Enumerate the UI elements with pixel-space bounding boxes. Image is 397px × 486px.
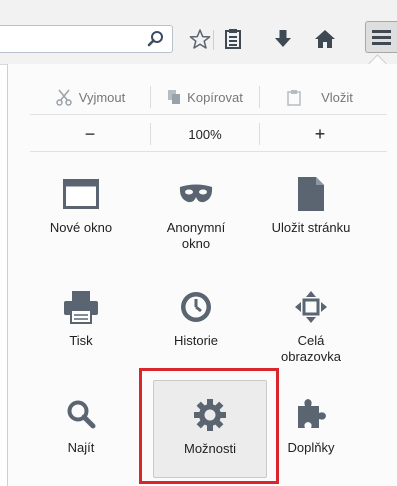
fullscreen-icon	[295, 291, 327, 323]
search-icon[interactable]	[146, 29, 166, 49]
fullscreen-button[interactable]: Celá obrazovka	[254, 283, 368, 373]
download-icon[interactable]	[270, 27, 296, 51]
fullscreen-label: Celá obrazovka	[281, 333, 341, 364]
save-page-button[interactable]: Uložit stránku	[254, 170, 368, 260]
zoom-level: 100%	[188, 126, 222, 142]
history-label: Historie	[173, 333, 219, 348]
main-menu-panel: Vyjmout Kopírovat Vložit − 100% + Nové o…	[7, 64, 397, 486]
paste-clipboard-icon	[287, 89, 301, 106]
addons-button[interactable]: Doplňky	[254, 390, 368, 480]
private-window-label: Anonymní okno	[166, 220, 226, 251]
new-window-icon	[63, 179, 99, 209]
paste-button[interactable]: Vložit	[260, 84, 380, 110]
cut-button[interactable]: Vyjmout	[30, 84, 150, 110]
copy-icon	[168, 90, 181, 104]
zoom-controls: − 100% +	[30, 121, 387, 147]
home-icon[interactable]	[312, 27, 338, 51]
options-label: Možnosti	[183, 441, 237, 456]
zoom-in-label: +	[314, 123, 326, 144]
history-clock-icon	[181, 292, 211, 322]
options-gear-icon	[194, 399, 226, 431]
open-menu-button[interactable]	[365, 21, 397, 53]
bookmark-star-icon[interactable]	[187, 27, 213, 51]
print-icon	[64, 291, 98, 324]
print-button[interactable]: Tisk	[24, 283, 138, 373]
save-page-icon	[298, 177, 324, 211]
search-input[interactable]	[0, 25, 173, 53]
private-window-button[interactable]: Anonymní okno	[139, 170, 253, 260]
copy-button[interactable]: Kopírovat	[151, 84, 259, 110]
cut-label: Vyjmout	[78, 89, 126, 105]
scissors-icon	[56, 89, 72, 106]
hamburger-menu-icon	[372, 30, 391, 45]
new-window-button[interactable]: Nové okno	[24, 170, 138, 260]
addons-puzzle-icon	[298, 399, 326, 428]
print-label: Tisk	[69, 333, 93, 348]
find-magnifier-icon	[67, 400, 96, 429]
zoom-in-button[interactable]: +	[260, 121, 380, 147]
find-label: Najít	[67, 440, 95, 455]
private-mask-icon	[179, 184, 213, 203]
divider	[30, 114, 387, 115]
edit-controls: Vyjmout Kopírovat Vložit	[30, 84, 387, 110]
paste-label: Vložit	[321, 89, 353, 105]
copy-label: Kopírovat	[187, 89, 243, 105]
new-window-label: Nové okno	[49, 220, 113, 235]
history-button[interactable]: Historie	[139, 283, 253, 373]
addons-label: Doplňky	[287, 440, 335, 455]
save-page-label: Uložit stránku	[271, 220, 351, 235]
reading-list-icon[interactable]	[220, 27, 246, 51]
toolbar-separator	[213, 30, 214, 50]
navigation-toolbar	[0, 0, 397, 65]
zoom-reset-button[interactable]: 100%	[151, 121, 259, 147]
find-button[interactable]: Najít	[24, 390, 138, 480]
options-button[interactable]: Možnosti	[153, 380, 267, 478]
divider	[30, 151, 387, 152]
zoom-out-button[interactable]: −	[30, 121, 150, 147]
zoom-out-label: −	[84, 123, 96, 144]
